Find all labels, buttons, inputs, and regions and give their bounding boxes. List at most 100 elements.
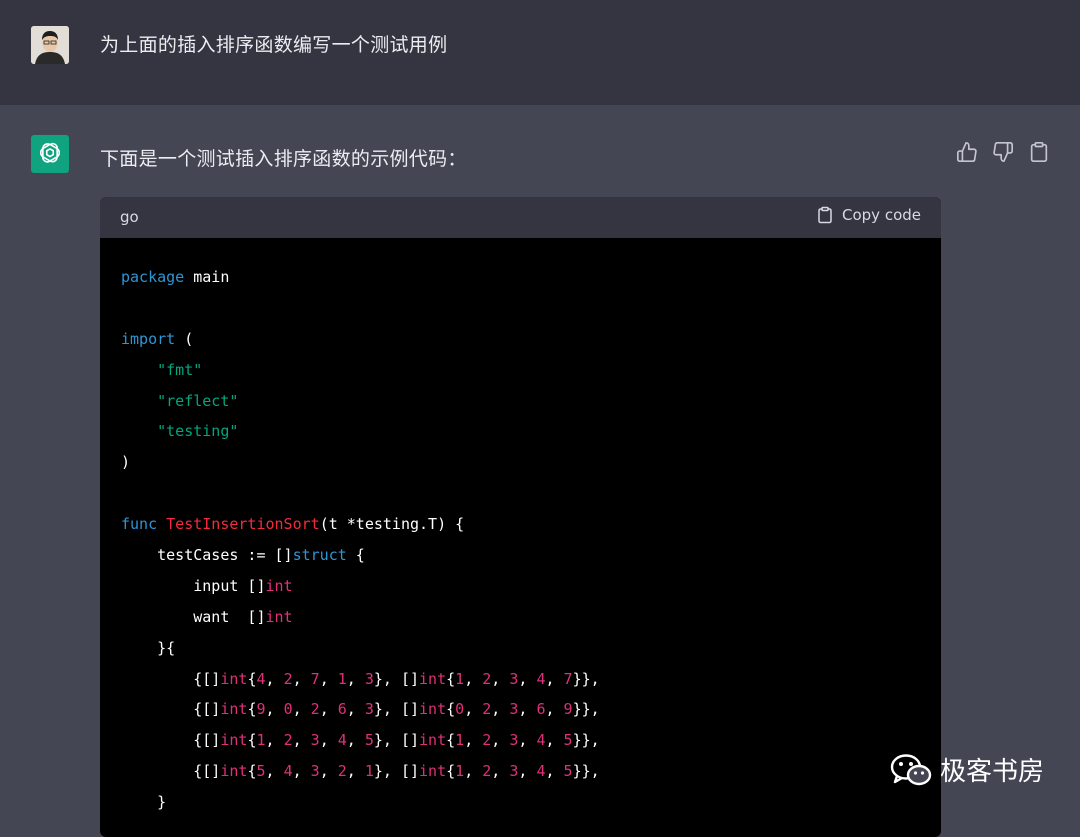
code-token: , — [491, 731, 510, 750]
code-token: {[] — [121, 731, 221, 750]
code-line: {[]int{4, 2, 7, 1, 3}, []int{1, 2, 3, 4,… — [121, 664, 921, 695]
clipboard-icon[interactable] — [1028, 141, 1050, 163]
code-token: int — [220, 700, 248, 719]
code-token: , — [545, 700, 564, 719]
code-line: {[]int{5, 4, 3, 2, 1}, []int{1, 2, 3, 4,… — [121, 756, 921, 787]
code-line: {[]int{9, 0, 2, 6, 3}, []int{0, 2, 3, 6,… — [121, 694, 921, 725]
code-token: , — [545, 731, 564, 750]
code-token: ( — [175, 329, 194, 348]
code-line: "testing" — [121, 416, 921, 447]
code-line: import ( — [121, 324, 921, 355]
code-token: struct — [292, 546, 347, 565]
code-line: }{ — [121, 633, 921, 664]
code-token: }{ — [121, 638, 176, 657]
code-token: 1 — [455, 731, 465, 750]
code-token: }}, — [572, 731, 600, 750]
code-token: 9 — [563, 700, 573, 719]
code-token: 2 — [310, 700, 320, 719]
code-token: "reflect" — [157, 391, 239, 410]
code-token: }}, — [572, 669, 600, 688]
code-token: , — [319, 731, 338, 750]
code-token: want [] — [121, 607, 266, 626]
user-message-text: 为上面的插入排序函数编写一个测试用例 — [100, 34, 448, 56]
code-token: 1 — [455, 762, 465, 781]
code-token: , — [292, 669, 311, 688]
code-token: 3 — [310, 762, 320, 781]
code-token: 5 — [256, 762, 266, 781]
code-token: , — [346, 669, 365, 688]
code-token: { — [446, 731, 456, 750]
code-token: 5 — [563, 762, 573, 781]
code-token: { — [446, 762, 456, 781]
code-block: go Copy code package main import ( "fmt"… — [100, 197, 941, 837]
code-token: , — [518, 731, 537, 750]
code-token: , — [319, 669, 338, 688]
code-token: 4 — [256, 669, 266, 688]
code-token: 2 — [482, 669, 492, 688]
code-line: "reflect" — [121, 386, 921, 417]
code-token: }, [] — [373, 669, 420, 688]
code-token: 0 — [283, 700, 293, 719]
assistant-message-row: 下面是一个测试插入排序函数的示例代码： go Copy code package… — [0, 105, 1080, 837]
code-token: 5 — [563, 731, 573, 750]
copy-code-label: Copy code — [842, 206, 921, 224]
code-token: , — [346, 700, 365, 719]
code-token: int — [265, 576, 293, 595]
feedback-toolbar — [956, 141, 1050, 163]
code-token: testCases := [] — [121, 546, 293, 565]
code-token: , — [265, 731, 284, 750]
user-message-row: 为上面的插入排序函数编写一个测试用例 — [0, 0, 1080, 105]
thumbs-down-icon[interactable] — [992, 141, 1014, 163]
code-token: , — [518, 700, 537, 719]
code-token: 5 — [364, 731, 374, 750]
code-token: , — [491, 762, 510, 781]
code-token: int — [265, 607, 293, 626]
code-token: int — [419, 700, 447, 719]
code-token: 4 — [337, 731, 347, 750]
code-token: int — [419, 762, 447, 781]
code-token: , — [491, 700, 510, 719]
code-token: , — [292, 731, 311, 750]
code-token: func — [121, 515, 158, 534]
code-token: 3 — [310, 731, 320, 750]
assistant-intro-text: 下面是一个测试插入排序函数的示例代码： — [100, 148, 467, 170]
code-token: , — [545, 669, 564, 688]
code-token: 9 — [256, 700, 266, 719]
code-token: 0 — [455, 700, 465, 719]
code-token: , — [292, 700, 311, 719]
code-token: } — [121, 793, 167, 812]
code-token: }, [] — [373, 762, 420, 781]
code-token: 2 — [283, 669, 293, 688]
code-line: func TestInsertionSort(t *testing.T) { — [121, 509, 921, 540]
code-token: 2 — [482, 762, 492, 781]
user-avatar — [31, 26, 69, 64]
code-token: , — [518, 669, 537, 688]
code-token: ) — [121, 453, 131, 472]
code-token: , — [319, 762, 338, 781]
code-token: , — [292, 762, 311, 781]
watermark-text: 极客书房 — [939, 757, 1044, 787]
code-token: { — [446, 700, 456, 719]
code-token: 1 — [455, 669, 465, 688]
code-line: {[]int{1, 2, 3, 4, 5}, []int{1, 2, 3, 4,… — [121, 725, 921, 756]
code-token: int — [220, 669, 248, 688]
code-token: int — [419, 669, 447, 688]
code-token: int — [220, 731, 248, 750]
code-token: }}, — [572, 762, 600, 781]
code-line: input []int — [121, 571, 921, 602]
thumbs-up-icon[interactable] — [956, 141, 978, 163]
code-token: }, [] — [373, 731, 420, 750]
code-token: 1 — [256, 731, 266, 750]
code-line: want []int — [121, 602, 921, 633]
code-language-label: go — [120, 208, 139, 226]
code-token: , — [491, 669, 510, 688]
code-token: int — [220, 762, 248, 781]
copy-code-button[interactable]: Copy code — [816, 206, 921, 224]
code-line: } — [121, 787, 921, 818]
code-token: , — [518, 762, 537, 781]
code-token: package — [121, 268, 185, 286]
code-line: testCases := []struct { — [121, 540, 921, 571]
